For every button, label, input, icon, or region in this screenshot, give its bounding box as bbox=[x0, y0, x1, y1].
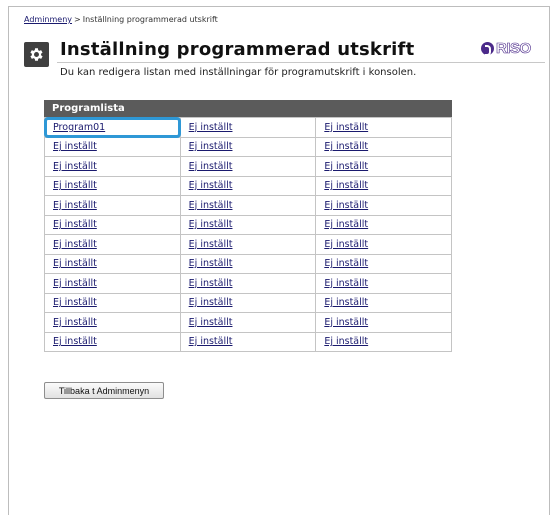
program-slot-link[interactable]: Program01 bbox=[53, 122, 105, 133]
program-slot-link[interactable]: Ej inställt bbox=[53, 200, 97, 211]
table-row: Ej inställt Ej inställt Ej inställt bbox=[44, 214, 452, 235]
program-cell: Ej inställt bbox=[179, 234, 317, 255]
page-subtitle: Du kan redigera listan med inställningar… bbox=[60, 67, 417, 78]
program-slot-link[interactable]: Ej inställt bbox=[53, 336, 97, 347]
table-row: Ej inställt Ej inställt Ej inställt bbox=[44, 136, 452, 157]
program-slot-link[interactable]: Ej inställt bbox=[53, 317, 97, 328]
program-slot-link[interactable]: Ej inställt bbox=[53, 278, 97, 289]
page-title: Inställning programmerad utskrift bbox=[60, 39, 415, 60]
program-slot-link[interactable]: Ej inställt bbox=[324, 278, 368, 289]
program-slot-link[interactable]: Ej inställt bbox=[189, 336, 233, 347]
program-slot-link[interactable]: Ej inställt bbox=[324, 180, 368, 191]
table-row: Ej inställt Ej inställt Ej inställt bbox=[44, 331, 452, 352]
program-slot-link[interactable]: Ej inställt bbox=[189, 180, 233, 191]
program-cell: Ej inställt bbox=[44, 312, 181, 333]
program-cell: Ej inställt bbox=[179, 253, 317, 274]
program-slot-link[interactable]: Ej inställt bbox=[324, 122, 368, 133]
program-slot-link[interactable]: Ej inställt bbox=[53, 141, 97, 152]
program-cell: Ej inställt bbox=[179, 117, 317, 138]
program-slot-link[interactable]: Ej inställt bbox=[324, 297, 368, 308]
program-cell: Ej inställt bbox=[315, 234, 452, 255]
program-slot-link[interactable]: Ej inställt bbox=[324, 219, 368, 230]
program-slot-link[interactable]: Ej inställt bbox=[189, 122, 233, 133]
table-row: Ej inställt Ej inställt Ej inställt bbox=[44, 175, 452, 196]
breadcrumb-separator: > bbox=[74, 15, 81, 24]
program-cell: Ej inställt bbox=[44, 156, 181, 177]
table-row: Ej inställt Ej inställt Ej inställt bbox=[44, 312, 452, 333]
program-cell: Ej inställt bbox=[315, 117, 452, 138]
table-row: Ej inställt Ej inställt Ej inställt bbox=[44, 195, 452, 216]
program-cell: Ej inställt bbox=[44, 195, 181, 216]
program-cell: Ej inställt bbox=[179, 175, 317, 196]
table-row: Program01 Ej inställt Ej inställt bbox=[43, 116, 452, 138]
program-cell: Ej inställt bbox=[44, 292, 181, 313]
program-cell: Ej inställt bbox=[315, 331, 452, 352]
program-cell: Ej inställt bbox=[44, 253, 181, 274]
program-cell: Ej inställt bbox=[315, 136, 452, 157]
program-list-table: Program01 Ej inställt Ej inställt Ej instäl… bbox=[43, 116, 452, 352]
program-cell: Ej inställt bbox=[179, 331, 317, 352]
program-cell: Ej inställt bbox=[44, 136, 181, 157]
program-slot-link[interactable]: Ej inställt bbox=[189, 239, 233, 250]
program-slot-link[interactable]: Ej inställt bbox=[53, 180, 97, 191]
program-cell: Ej inställt bbox=[179, 195, 317, 216]
program-slot-link[interactable]: Ej inställt bbox=[53, 297, 97, 308]
program-cell: Ej inställt bbox=[179, 136, 317, 157]
table-row: Ej inställt Ej inställt Ej inställt bbox=[44, 234, 452, 255]
program-cell: Ej inställt bbox=[315, 156, 452, 177]
program-cell: Ej inställt bbox=[44, 214, 181, 235]
back-to-adminmenu-button[interactable]: Tillbaka t Adminmenyn bbox=[44, 382, 164, 399]
program-slot-link[interactable]: Ej inställt bbox=[53, 239, 97, 250]
program-slot-link[interactable]: Ej inställt bbox=[324, 161, 368, 172]
main-panel: Adminmeny > Inställning programmerad utskr… bbox=[8, 6, 550, 515]
program-cell: Ej inställt bbox=[44, 331, 181, 352]
program-slot-link[interactable]: Ej inställt bbox=[324, 317, 368, 328]
program-slot-link[interactable]: Ej inställt bbox=[324, 141, 368, 152]
program-slot-link[interactable]: Ej inställt bbox=[189, 258, 233, 269]
riso-logo: RISO bbox=[481, 40, 531, 57]
table-row: Ej inställt Ej inställt Ej inställt bbox=[44, 292, 452, 313]
program-cell: Ej inställt bbox=[315, 253, 452, 274]
program-slot-link[interactable]: Ej inställt bbox=[324, 200, 368, 211]
program-cell: Ej inställt bbox=[44, 273, 181, 294]
program-slot-link[interactable]: Ej inställt bbox=[189, 297, 233, 308]
program-slot-link[interactable]: Ej inställt bbox=[53, 258, 97, 269]
program-slot-link[interactable]: Ej inställt bbox=[189, 219, 233, 230]
program-cell: Program01 bbox=[43, 116, 182, 138]
program-cell: Ej inställt bbox=[44, 234, 181, 255]
program-cell: Ej inställt bbox=[179, 292, 317, 313]
breadcrumb-current: Inställning programmerad utskrift bbox=[82, 15, 218, 24]
title-divider bbox=[57, 62, 545, 63]
program-cell: Ej inställt bbox=[179, 214, 317, 235]
program-slot-link[interactable]: Ej inställt bbox=[324, 258, 368, 269]
program-slot-link[interactable]: Ej inställt bbox=[189, 141, 233, 152]
program-cell: Ej inställt bbox=[315, 175, 452, 196]
logo-text: RISO bbox=[496, 40, 532, 58]
program-slot-link[interactable]: Ej inställt bbox=[189, 317, 233, 328]
program-list-header: Programlista bbox=[44, 100, 452, 117]
program-slot-link[interactable]: Ej inställt bbox=[189, 278, 233, 289]
program-slot-link[interactable]: Ej inställt bbox=[324, 239, 368, 250]
program-cell: Ej inställt bbox=[44, 175, 181, 196]
breadcrumb-adminmeny-link[interactable]: Adminmeny bbox=[24, 15, 72, 24]
riso-mark-icon bbox=[481, 42, 494, 56]
program-slot-link[interactable]: Ej inställt bbox=[324, 336, 368, 347]
table-row: Ej inställt Ej inställt Ej inställt bbox=[44, 273, 452, 294]
program-cell: Ej inställt bbox=[179, 312, 317, 333]
program-cell: Ej inställt bbox=[315, 273, 452, 294]
program-slot-link[interactable]: Ej inställt bbox=[53, 161, 97, 172]
table-row: Ej inställt Ej inställt Ej inställt bbox=[44, 156, 452, 177]
program-slot-link[interactable]: Ej inställt bbox=[189, 200, 233, 211]
program-cell: Ej inställt bbox=[315, 312, 452, 333]
program-cell: Ej inställt bbox=[315, 292, 452, 313]
gear-icon bbox=[24, 42, 49, 67]
program-cell: Ej inställt bbox=[315, 214, 452, 235]
program-cell: Ej inställt bbox=[315, 195, 452, 216]
breadcrumb: Adminmeny > Inställning programmerad utskr… bbox=[24, 15, 218, 24]
program-cell: Ej inställt bbox=[179, 156, 317, 177]
table-row: Ej inställt Ej inställt Ej inställt bbox=[44, 253, 452, 274]
program-slot-link[interactable]: Ej inställt bbox=[53, 219, 97, 230]
program-cell: Ej inställt bbox=[179, 273, 317, 294]
program-slot-link[interactable]: Ej inställt bbox=[189, 161, 233, 172]
